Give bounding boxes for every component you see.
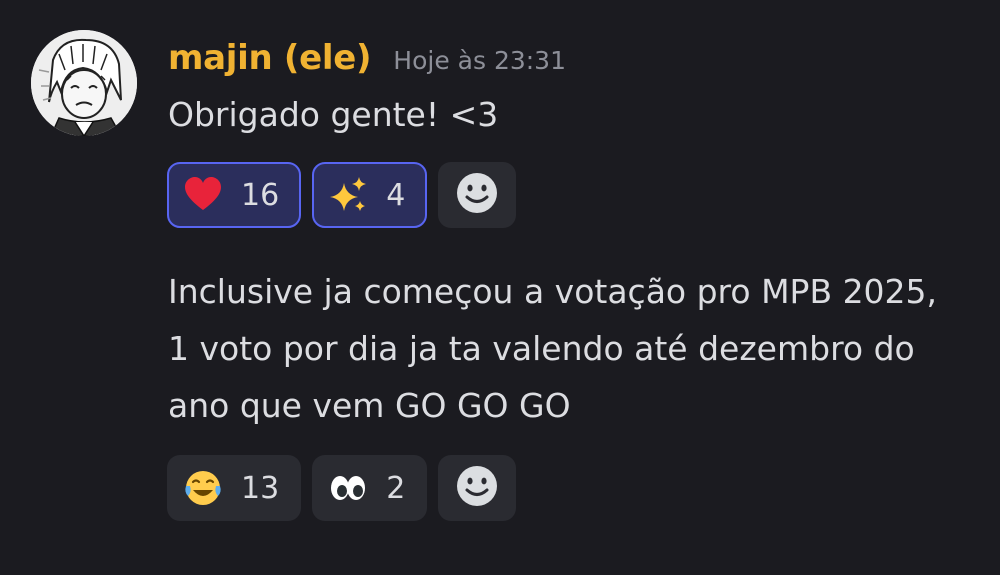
reaction-bar: 16 4 — [167, 162, 517, 228]
reaction-eyes-button[interactable]: 2 — [312, 455, 428, 521]
timestamp[interactable]: Hoje às 23:31 — [393, 46, 566, 75]
add-reaction-button[interactable] — [438, 162, 517, 228]
reaction-joy-button[interactable]: 13 — [167, 455, 302, 521]
face-with-tears-of-joy-icon — [183, 468, 223, 508]
reaction-count: 16 — [241, 177, 280, 213]
message-text: Inclusive ja começou a votação pro MPB 2… — [168, 272, 938, 425]
user-avatar[interactable] — [31, 30, 137, 136]
reaction-count: 2 — [386, 470, 406, 506]
reaction-count: 4 — [386, 177, 406, 213]
reaction-count: 13 — [241, 470, 280, 506]
eyes-icon — [328, 468, 368, 508]
sparkles-icon — [328, 175, 368, 215]
red-heart-icon — [183, 175, 223, 215]
reaction-bar: 13 2 — [167, 455, 517, 521]
reaction-sparkles-button[interactable]: 4 — [312, 162, 428, 228]
reaction-heart-button[interactable]: 16 — [167, 162, 302, 228]
username[interactable]: majin (ele) — [168, 38, 372, 78]
add-reaction-smiley-icon — [455, 464, 499, 512]
add-reaction-button[interactable] — [438, 455, 517, 521]
message-header: majin (ele) Hoje às 23:31 — [168, 38, 566, 78]
add-reaction-smiley-icon — [455, 171, 499, 219]
avatar-drawing-icon — [31, 30, 137, 136]
message-text: Obrigado gente! <3 — [168, 95, 499, 134]
